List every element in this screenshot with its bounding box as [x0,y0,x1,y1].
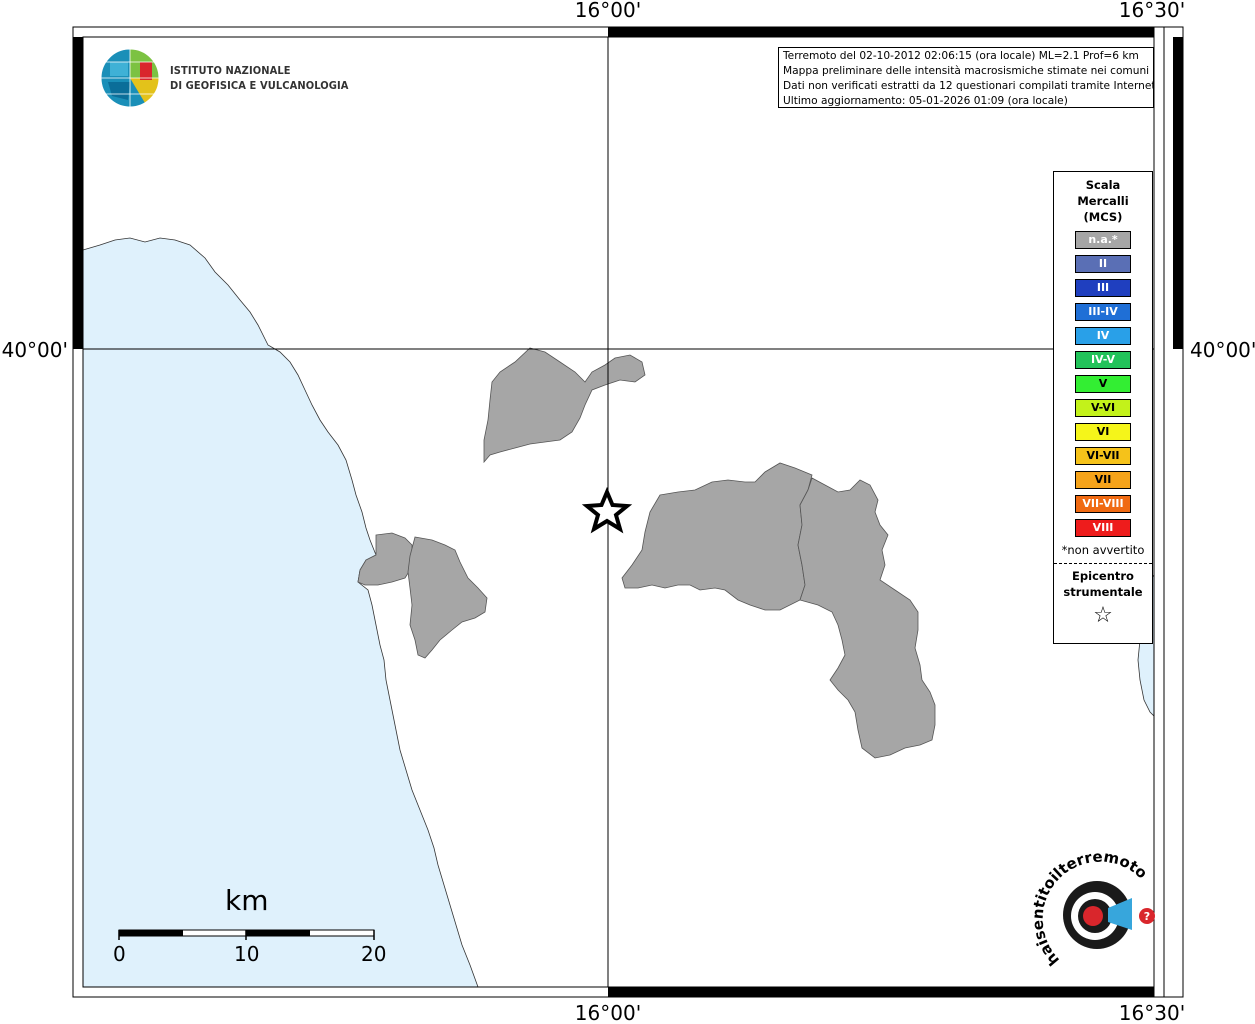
legend-title-1: Scala [1085,178,1121,192]
svg-text:?: ? [1144,910,1150,923]
legend-swatch: IV-V [1075,351,1131,369]
legend-swatch: IV [1075,327,1131,345]
event-info-box: Terremoto del 02-10-2012 02:06:15 (ora l… [778,47,1154,108]
legend-swatch: V [1075,375,1131,393]
info-line-1: Terremoto del 02-10-2012 02:06:15 (ora l… [783,50,1139,62]
legend-swatch: II [1075,255,1131,273]
coord-left-40-00: 40°00' [2,338,68,362]
frame-bar-top [608,27,1154,37]
legend-title-3: (MCS) [1083,210,1123,224]
legend-swatch: VI [1075,423,1131,441]
logo-line-1: ISTITUTO NAZIONALE [170,64,291,77]
frame-bar-right [1173,37,1183,349]
info-line-3: Dati non verificati estratti da 12 quest… [783,80,1154,92]
legend-swatch: VI-VII [1075,447,1131,465]
legend-swatch: n.a.* [1075,231,1131,249]
frame-bar-left [73,37,83,349]
legend-swatch: VII [1075,471,1131,489]
legend-swatches: n.a.* II III III-IV IV IV-V V V-VI VI VI-VII VII VI… [1054,231,1152,537]
legend-note: *non avvertito [1061,543,1145,557]
mcs-legend: Scala Mercalli (MCS) n.a.* II III III-IV IV I… [1053,171,1153,644]
legend-star-icon: ☆ [1093,603,1113,628]
coord-bottom-16-00: 16°00' [575,1001,641,1024]
frame-bar-bottom [608,987,1154,997]
coord-right-40-00: 40°00' [1190,338,1255,362]
legend-epicenter-label-1: Epicentro [1072,569,1134,583]
legend-swatch: V-VI [1075,399,1131,417]
info-line-4: Ultimo aggiornamento: 05-01-2026 01:09 (… [783,95,1068,107]
legend-epicenter-label-2: strumentale [1063,585,1143,599]
scale-label-20: 20 [361,942,387,966]
logo-line-2: DI GEOFISICA E VULCANOLOGIA [170,79,349,92]
legend-swatch: III [1075,279,1131,297]
legend-swatch: VIII [1075,519,1131,537]
legend-separator [1054,563,1152,564]
scale-label-10: 10 [234,942,260,966]
legend-title-2: Mercalli [1077,194,1129,208]
scale-unit: km [225,884,269,917]
legend-swatch: VII-VIII [1075,495,1131,513]
legend-swatch: III-IV [1075,303,1131,321]
coord-bottom-16-30: 16°30' [1119,1001,1185,1024]
scale-label-0: 0 [113,942,126,966]
info-line-2: Mappa preliminare delle intensità macros… [783,65,1150,77]
coord-top-16-30: 16°30' [1119,0,1185,22]
coord-top-16-00: 16°00' [575,0,641,22]
